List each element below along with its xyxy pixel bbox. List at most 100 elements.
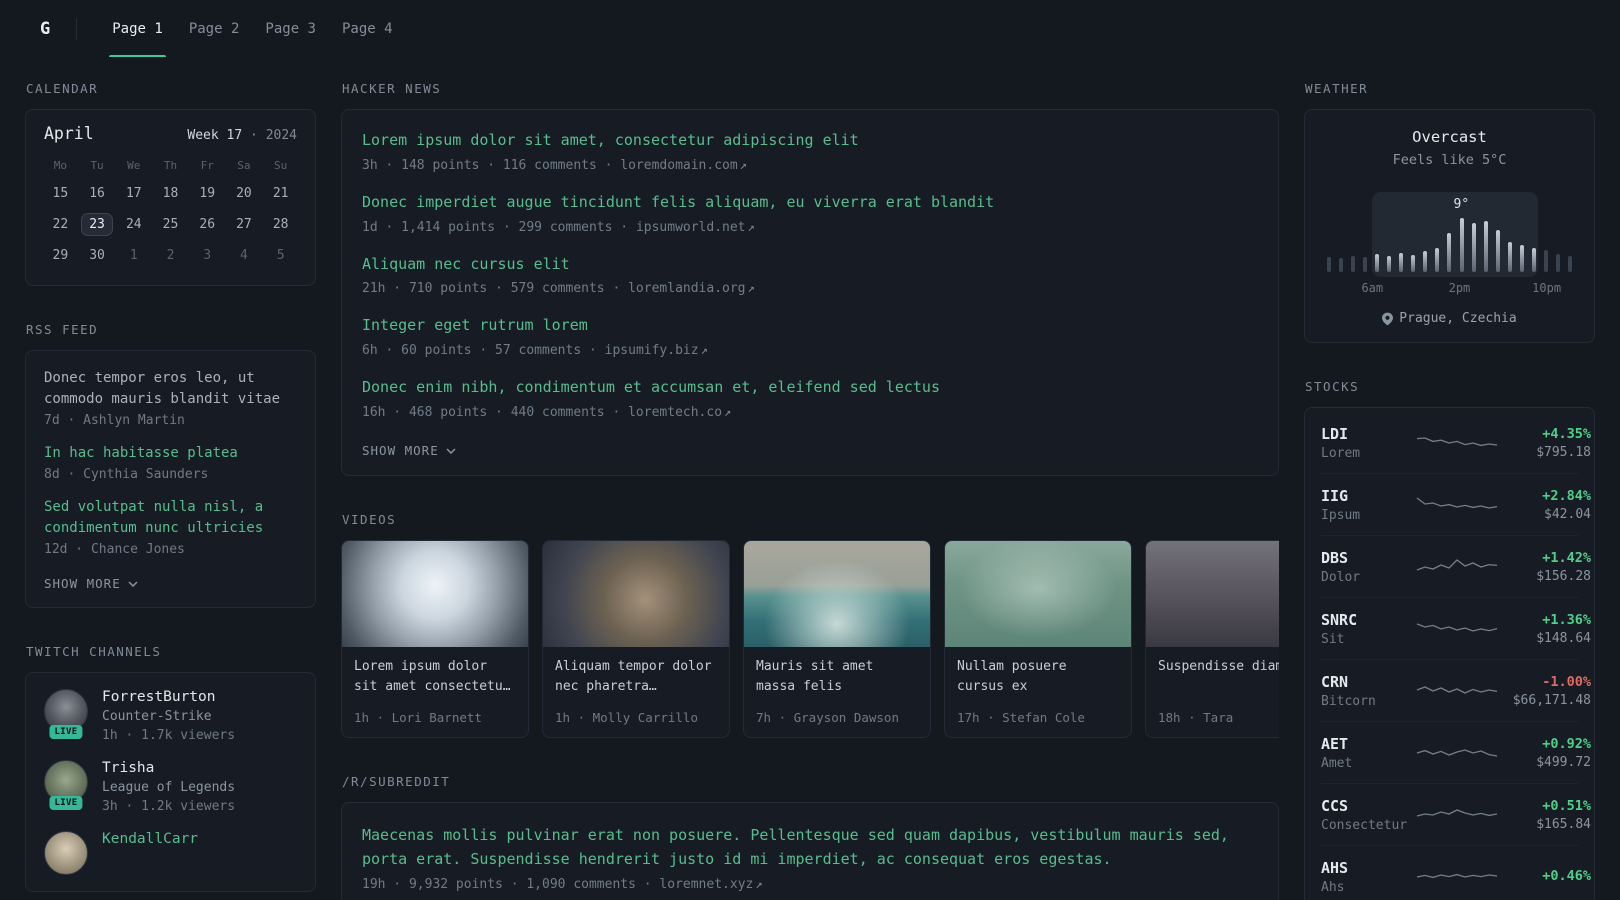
stock-symbol: SNRC bbox=[1321, 611, 1358, 629]
hackernews-item-domain[interactable]: ipsumify.biz bbox=[605, 343, 699, 358]
twitch-channel-name[interactable]: Trisha bbox=[102, 760, 235, 776]
rss-show-more-label: SHOW MORE bbox=[44, 576, 121, 591]
hackernews-item: Lorem ipsum dolor sit amet, consectetur … bbox=[362, 130, 1258, 173]
nav-tab[interactable]: Page 4 bbox=[329, 0, 406, 57]
video-thumbnail[interactable] bbox=[744, 540, 930, 647]
subreddit-post-domain[interactable]: loremnet.xyz bbox=[659, 877, 753, 892]
hackernews-item-meta: 1d · 1,414 points · 299 comments · ipsum… bbox=[362, 220, 1258, 235]
stock-row[interactable]: CCS Consectetur +0.51% $165.84 bbox=[1321, 784, 1591, 846]
video-title[interactable]: Mauris sit amet massa felis bbox=[756, 657, 918, 698]
hackernews-item-domain[interactable]: loremtech.co bbox=[628, 405, 722, 420]
rss-show-more-button[interactable]: SHOW MORE bbox=[44, 576, 138, 591]
weather-bar bbox=[1447, 233, 1452, 272]
video-card[interactable]: Nullam posuere cursus ex 17h · Stefan Co… bbox=[944, 539, 1132, 738]
video-card[interactable]: Suspendisse diam 18h · Tara bbox=[1145, 539, 1279, 738]
avatar[interactable]: LIVE bbox=[44, 831, 88, 875]
hackernews-item-title[interactable]: Donec enim nibh, condimentum et accumsan… bbox=[362, 377, 1258, 399]
video-card[interactable]: Lorem ipsum dolor sit amet consectetu… 1… bbox=[341, 539, 529, 738]
hackernews-item-title[interactable]: Lorem ipsum dolor sit amet, consectetur … bbox=[362, 130, 1258, 152]
video-thumbnail[interactable] bbox=[543, 540, 729, 647]
video-meta: 17h · Stefan Cole bbox=[957, 709, 1085, 725]
video-thumbnail[interactable] bbox=[342, 540, 528, 647]
hackernews-item-title[interactable]: Aliquam nec cursus elit bbox=[362, 254, 1258, 276]
weather-bar bbox=[1387, 256, 1392, 272]
stock-sparkline bbox=[1415, 864, 1499, 890]
calendar-day-number: 4 bbox=[240, 248, 248, 263]
rss-section-title: RSS FEED bbox=[26, 322, 99, 337]
rss-item-title[interactable]: Sed volutpat nulla nisl, a condimentum n… bbox=[44, 497, 297, 539]
video-title[interactable]: Suspendisse diam bbox=[1158, 657, 1279, 698]
calendar-weekday: Sa bbox=[237, 159, 251, 172]
calendar-weekday: Th bbox=[163, 159, 178, 172]
avatar[interactable]: LIVE bbox=[44, 760, 88, 810]
hackernews-item-title[interactable]: Donec imperdiet augue tincidunt felis al… bbox=[362, 192, 1258, 214]
stock-row[interactable]: DBS Dolor +1.42% $156.28 bbox=[1321, 536, 1591, 598]
video-thumbnail[interactable] bbox=[945, 540, 1131, 647]
rss-card: Donec tempor eros leo, ut commodo mauris… bbox=[25, 350, 316, 608]
video-thumbnail[interactable] bbox=[1146, 540, 1279, 647]
weather-time-label: 10pm bbox=[1532, 281, 1562, 295]
stock-row[interactable]: IIG Ipsum +2.84% $42.04 bbox=[1321, 474, 1591, 536]
hackernews-show-more-button[interactable]: SHOW MORE bbox=[362, 443, 456, 458]
stock-price: $156.28 bbox=[1536, 569, 1591, 584]
stock-identity: DBS Dolor bbox=[1321, 549, 1415, 585]
hackernews-item-meta: 16h · 468 points · 440 comments · loremt… bbox=[362, 405, 1258, 420]
calendar-weekday: Su bbox=[274, 159, 288, 172]
calendar-day-number: 2 bbox=[166, 248, 175, 263]
hackernews-item-domain[interactable]: loremlandia.org bbox=[628, 281, 745, 296]
weather-bar bbox=[1351, 256, 1356, 272]
stock-values: +1.36% $148.64 bbox=[1499, 612, 1591, 646]
chevron-down-icon bbox=[128, 581, 138, 587]
video-card[interactable]: Aliquam tempor dolor nec pharetra… 1h · … bbox=[542, 539, 730, 738]
stock-name: Sit bbox=[1321, 632, 1345, 647]
hackernews-item-stats: 3h · 148 points · 116 comments · bbox=[362, 157, 621, 173]
calendar-weekday: Fr bbox=[200, 159, 214, 172]
calendar-day-number: 18 bbox=[162, 186, 179, 201]
stock-price: $795.18 bbox=[1536, 445, 1591, 460]
nav-tab[interactable]: Page 1 bbox=[99, 0, 176, 57]
calendar-day: 1 bbox=[115, 240, 152, 271]
top-nav: G Page 1 Page 2 Page 3 Page 4 bbox=[0, 0, 1620, 57]
video-card[interactable]: Mauris sit amet massa felis 7h · Grayson… bbox=[743, 539, 931, 738]
avatar[interactable]: LIVE bbox=[44, 689, 88, 739]
rss-item-title[interactable]: Donec tempor eros leo, ut commodo mauris… bbox=[44, 368, 297, 410]
hackernews-item-title[interactable]: Integer eget rutrum lorem bbox=[362, 315, 1258, 337]
weather-bar bbox=[1507, 242, 1512, 272]
calendar-weekday: We bbox=[127, 159, 141, 172]
nav-tab[interactable]: Page 2 bbox=[176, 0, 253, 57]
weather-bar bbox=[1483, 221, 1488, 272]
twitch-list: LIVE ForrestBurton Counter-Strike 1h · 1… bbox=[44, 689, 297, 875]
calendar-section-title: CALENDAR bbox=[26, 81, 99, 96]
stock-row[interactable]: SNRC Sit +1.36% $148.64 bbox=[1321, 598, 1591, 660]
rss-item-meta: 12d · Chance Jones bbox=[44, 542, 185, 557]
video-title[interactable]: Nullam posuere cursus ex bbox=[957, 657, 1119, 698]
nav-tab[interactable]: Page 3 bbox=[252, 0, 329, 57]
hackernews-item-domain[interactable]: loremdomain.com bbox=[620, 158, 737, 173]
twitch-channel-name[interactable]: KendallCarr bbox=[102, 831, 198, 847]
twitch-section: TWITCH CHANNELS LIVE ForrestBurton Count… bbox=[25, 644, 316, 892]
dashboard: CALENDAR April Week 17 · 2024 Mo Tu We Th Fr… bbox=[0, 57, 1620, 900]
video-title[interactable]: Lorem ipsum dolor sit amet consectetu… bbox=[354, 657, 516, 698]
calendar-day-number: 27 bbox=[236, 217, 252, 232]
external-link-icon: ↗ bbox=[755, 876, 763, 891]
hackernews-item-stats: 21h · 710 points · 579 comments · bbox=[362, 281, 629, 297]
weather-section: WEATHER Overcast Feels like 5°C 9° 6am 2… bbox=[1304, 81, 1595, 343]
video-title[interactable]: Aliquam tempor dolor nec pharetra… bbox=[555, 657, 717, 698]
weather-bar bbox=[1555, 254, 1560, 272]
video-meta: 1h · Lori Barnett bbox=[354, 709, 482, 725]
video-meta: 1h · Molly Carrillo bbox=[555, 709, 698, 725]
stock-row[interactable]: AET Amet +0.92% $499.72 bbox=[1321, 722, 1591, 784]
rss-item-title[interactable]: In hac habitasse platea bbox=[44, 443, 297, 464]
hackernews-item-domain[interactable]: ipsumworld.net bbox=[636, 220, 746, 235]
stock-change: +0.92% bbox=[1542, 736, 1591, 752]
stock-values: +1.42% $156.28 bbox=[1499, 550, 1591, 584]
stock-row[interactable]: CRN Bitcorn -1.00% $66,171.48 bbox=[1321, 660, 1591, 722]
calendar-card: April Week 17 · 2024 Mo Tu We Th Fr Sa Su 15 1… bbox=[25, 109, 316, 286]
twitch-channel-name[interactable]: ForrestBurton bbox=[102, 689, 235, 705]
subreddit-post-title[interactable]: Maecenas mollis pulvinar erat non posuer… bbox=[362, 823, 1258, 871]
stock-row[interactable]: LDI Lorem +4.35% $795.18 bbox=[1321, 412, 1591, 474]
calendar-day-number: 25 bbox=[162, 217, 179, 232]
calendar-days-grid: 15 16 17 18 19 20 21 22 23 24 25 26 27 2… bbox=[42, 178, 299, 271]
stock-row[interactable]: AHS Ahs +0.46% bbox=[1321, 846, 1591, 900]
app-logo[interactable]: G bbox=[40, 19, 50, 39]
